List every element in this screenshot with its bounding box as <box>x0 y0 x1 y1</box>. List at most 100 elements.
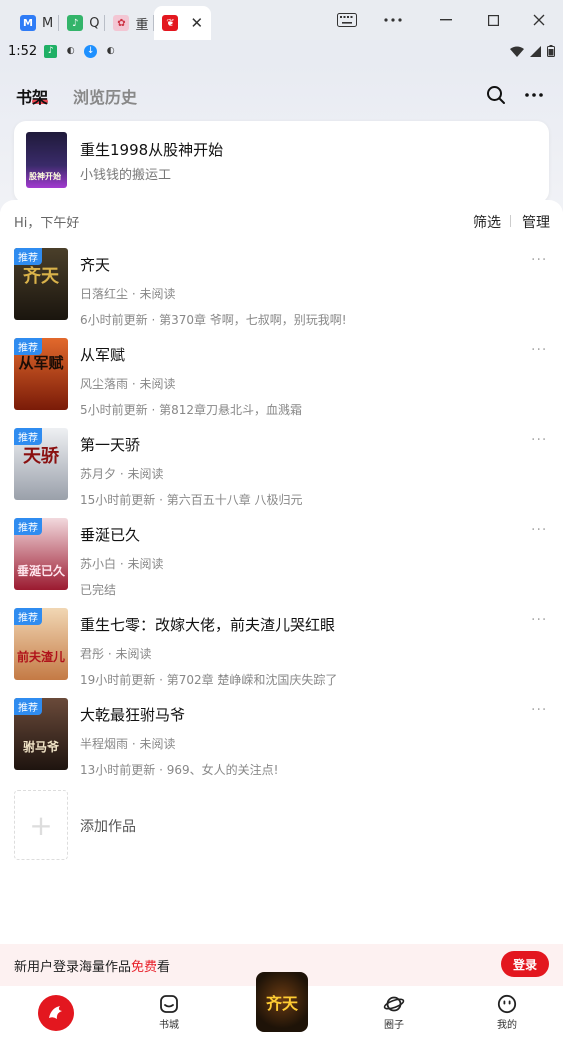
book-update-info: 5小时前更新 · 第812章刀悬北斗，血溅霜 <box>80 403 302 417</box>
tab-favicon-icon: ♪ <box>67 15 84 31</box>
browser-tab-active[interactable]: ❦ ✕ <box>154 6 212 40</box>
bookshelf-panel: Hi，下午好 筛选 管理 齐天 推荐 齐天 日落红尘 · 未阅读 6小时前更新 … <box>0 200 563 944</box>
bottom-nav: 书城 齐天 圈子 我的 <box>0 972 563 1040</box>
book-author-status: 君彤 · 未阅读 <box>80 647 152 661</box>
browser-tab-3[interactable]: ✿ 重 <box>105 6 155 40</box>
book-title: 垂涎已久 <box>80 526 141 544</box>
recent-book-cover: 股神开始 <box>26 132 67 188</box>
book-title: 第一天骄 <box>80 436 141 454</box>
tab-bookshelf-label: 书架 <box>16 88 49 107</box>
promo-text: 新用户登录海量作品 <box>14 959 132 975</box>
featured-book-button[interactable]: 齐天 <box>256 972 308 1032</box>
app-notification-icon: ♪ <box>44 44 58 58</box>
book-list-item[interactable]: 垂涎已久 推荐 垂涎已久 苏小白 · 未阅读 已完结 ··· <box>0 518 563 608</box>
divider <box>510 215 511 227</box>
recent-cover-text: 股神开始 <box>29 172 61 181</box>
cover-text: 天骄 <box>23 446 59 467</box>
promo-text-end: 看 <box>157 959 171 975</box>
book-update-info: 19小时前更新 · 第702章 楚峥嵘和沈国庆失踪了 <box>80 673 338 687</box>
book-more-icon[interactable]: ··· <box>531 432 547 448</box>
tab-label: 重 <box>135 17 149 33</box>
tab-bookshelf[interactable]: 书架 <box>16 84 48 108</box>
download-notification-icon: ↓ <box>84 44 98 58</box>
cover-text: 前夫渣儿 <box>16 650 65 664</box>
maximize-icon[interactable] <box>470 0 516 40</box>
more-options-icon[interactable] <box>370 0 416 40</box>
bookstore-icon <box>160 995 178 1013</box>
tab-label: Q <box>89 15 100 31</box>
nav-mine-label: 我的 <box>497 1020 517 1031</box>
book-list-item[interactable]: 天骄 推荐 第一天骄 苏月夕 · 未阅读 15小时前更新 · 第六百五十八章 八… <box>0 428 563 518</box>
book-list-item[interactable]: 驸马爷 推荐 大乾最狂驸马爷 半程烟雨 · 未阅读 13小时前更新 · 969、… <box>0 698 563 788</box>
book-cover: 从军赋 推荐 <box>14 338 68 410</box>
book-list-item[interactable]: 从军赋 推荐 从军赋 风尘落雨 · 未阅读 5小时前更新 · 第812章刀悬北斗… <box>0 338 563 428</box>
tab-history-label: 浏览历史 <box>73 88 138 107</box>
minimize-icon[interactable] <box>423 0 469 40</box>
greeting: Hi，下午好 <box>14 216 80 231</box>
browser-tab-1[interactable]: M M <box>14 6 60 40</box>
book-list-item[interactable]: 前夫渣儿 推荐 重生七零：改嫁大佬，前夫渣儿哭红眼 君彤 · 未阅读 19小时前… <box>0 608 563 698</box>
nav-bookstore-label: 书城 <box>159 1020 179 1031</box>
book-cover: 前夫渣儿 推荐 <box>14 608 68 680</box>
filter-button[interactable]: 筛选 <box>473 212 501 232</box>
recommend-badge: 推荐 <box>14 698 42 715</box>
recent-book-title: 重生1998从股神开始 <box>80 141 224 159</box>
book-title: 大乾最狂驸马爷 <box>80 706 186 724</box>
book-more-icon[interactable]: ··· <box>531 612 547 628</box>
recommend-badge: 推荐 <box>14 428 42 445</box>
cover-text: 从军赋 <box>18 354 64 372</box>
book-more-icon[interactable]: ··· <box>531 702 547 718</box>
more-menu-icon[interactable] <box>523 84 545 106</box>
nav-circle-label: 圈子 <box>384 1020 404 1031</box>
profile-face-icon <box>497 994 517 1014</box>
tab-favicon-icon: M <box>20 15 36 31</box>
wifi-icon <box>510 46 524 57</box>
cover-text: 垂涎已久 <box>16 564 65 578</box>
book-update-info: 已完结 <box>80 583 117 597</box>
manage-button[interactable]: 管理 <box>522 212 550 232</box>
nav-circle[interactable]: 圈子 <box>364 994 424 1031</box>
browser-tab-2[interactable]: ♪ Q <box>59 6 106 40</box>
nav-mine[interactable]: 我的 <box>477 994 537 1031</box>
book-author-status: 半程烟雨 · 未阅读 <box>80 737 176 751</box>
tab-label: M <box>42 15 54 31</box>
book-more-icon[interactable]: ··· <box>531 342 547 358</box>
add-book-label[interactable]: 添加作品 <box>80 816 136 836</box>
nav-bookstore[interactable]: 书城 <box>139 994 199 1031</box>
book-update-info: 6小时前更新 · 第370章 爷啊，七叔啊，别玩我啊! <box>80 313 347 327</box>
browser-tab-strip: M M ♪ Q ✿ 重 ❦ ✕ <box>0 0 563 40</box>
tab-favicon-icon: ✿ <box>113 15 130 31</box>
login-button[interactable]: 登录 <box>501 951 549 977</box>
cover-text: 驸马爷 <box>22 740 59 754</box>
book-cover: 垂涎已久 推荐 <box>14 518 68 590</box>
close-window-icon[interactable] <box>516 0 562 40</box>
book-update-info: 15小时前更新 · 第六百五十八章 八极归元 <box>80 493 303 507</box>
add-book-button[interactable]: + <box>14 790 68 860</box>
cover-text: 齐天 <box>23 266 59 287</box>
book-more-icon[interactable]: ··· <box>531 522 547 538</box>
book-author-status: 风尘落雨 · 未阅读 <box>80 377 176 391</box>
recommend-badge: 推荐 <box>14 518 42 535</box>
bookshelf-home-icon[interactable] <box>38 995 74 1031</box>
wind-notification-icon: ◐ <box>66 46 75 56</box>
book-cover: 天骄 推荐 <box>14 428 68 500</box>
book-title: 从军赋 <box>80 346 126 364</box>
book-cover: 驸马爷 推荐 <box>14 698 68 770</box>
planet-icon <box>383 996 405 1012</box>
recent-reading-card[interactable]: 股神开始 重生1998从股神开始 小钱钱的搬运工 <box>14 121 549 203</box>
tab-favicon-icon: ❦ <box>162 15 179 31</box>
book-author-status: 日落红尘 · 未阅读 <box>80 287 176 301</box>
book-list-item[interactable]: 齐天 推荐 齐天 日落红尘 · 未阅读 6小时前更新 · 第370章 爷啊，七叔… <box>0 248 563 338</box>
close-tab-icon[interactable]: ✕ <box>190 14 203 32</box>
search-icon[interactable] <box>485 84 507 106</box>
recommend-badge: 推荐 <box>14 248 42 265</box>
book-more-icon[interactable]: ··· <box>531 252 547 268</box>
clock: 1:52 <box>8 43 38 59</box>
wind-notification-icon: ◐ <box>106 46 115 56</box>
tab-history[interactable]: 浏览历史 <box>73 84 137 108</box>
battery-icon <box>547 45 555 57</box>
keyboard-icon[interactable] <box>324 0 370 40</box>
book-update-info: 13小时前更新 · 969、女人的关注点! <box>80 763 279 777</box>
signal-icon <box>530 45 541 57</box>
status-bar: 1:52 ♪ ◐ ↓ ◐ <box>0 40 563 62</box>
